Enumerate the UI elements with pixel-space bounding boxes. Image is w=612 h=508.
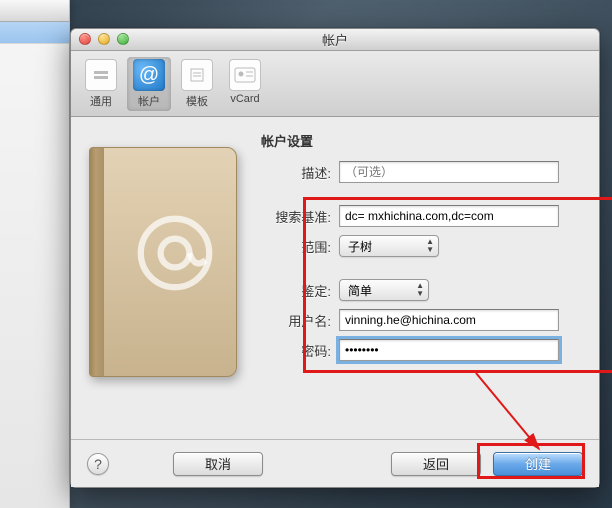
- address-book-graphic: [89, 147, 237, 377]
- search-base-label: 搜索基准:: [261, 207, 339, 226]
- auth-label: 鉴定:: [261, 281, 339, 300]
- toolbar-label: 帐户: [138, 93, 160, 109]
- chevron-updown-icon: ▲▼: [416, 282, 424, 298]
- password-label: 密码:: [261, 341, 339, 360]
- minimize-button[interactable]: [98, 33, 110, 45]
- auth-value: 简单: [348, 282, 372, 299]
- password-input[interactable]: [339, 339, 559, 361]
- scope-select[interactable]: 子树 ▲▼: [339, 235, 439, 257]
- background-window: [0, 0, 70, 508]
- toolbar-accounts[interactable]: @ 帐户: [127, 57, 171, 111]
- content-area: 帐户设置 描述: 搜索基准: 范围: 子树 ▲▼: [71, 117, 599, 439]
- at-symbol-graphic: [130, 208, 220, 298]
- search-base-input[interactable]: [339, 205, 559, 227]
- username-input[interactable]: [339, 309, 559, 331]
- help-button[interactable]: ?: [87, 453, 109, 475]
- account-form: 描述: 搜索基准: 范围: 子树 ▲▼ 鉴定:: [261, 157, 581, 365]
- window-title: 帐户: [322, 30, 348, 49]
- toolbar-general[interactable]: 通用: [79, 57, 123, 111]
- scope-value: 子树: [348, 238, 372, 255]
- username-label: 用户名:: [261, 311, 339, 330]
- zoom-button[interactable]: [117, 33, 129, 45]
- general-icon: [85, 59, 117, 91]
- scope-label: 范围:: [261, 237, 339, 256]
- titlebar: 帐户: [71, 29, 599, 51]
- back-button[interactable]: 返回: [391, 452, 481, 476]
- description-label: 描述:: [261, 163, 339, 182]
- vcard-icon: [229, 59, 261, 91]
- chevron-updown-icon: ▲▼: [426, 238, 434, 254]
- toolbar-label: 模板: [186, 93, 208, 109]
- toolbar-label: vCard: [230, 93, 259, 105]
- toolbar: 通用 @ 帐户 模板 vCard: [71, 51, 599, 117]
- toolbar-vcard[interactable]: vCard: [223, 57, 267, 107]
- create-button[interactable]: 创建: [493, 452, 583, 476]
- auth-select[interactable]: 简单 ▲▼: [339, 279, 429, 301]
- close-button[interactable]: [79, 33, 91, 45]
- section-title: 帐户设置: [261, 131, 313, 150]
- footer: ? 取消 返回 创建: [71, 439, 599, 487]
- cancel-button[interactable]: 取消: [173, 452, 263, 476]
- at-icon: @: [133, 59, 165, 91]
- preferences-window: 帐户 通用 @ 帐户 模板 vCard: [70, 28, 600, 488]
- toolbar-label: 通用: [90, 93, 112, 109]
- template-icon: [181, 59, 213, 91]
- toolbar-template[interactable]: 模板: [175, 57, 219, 111]
- description-input[interactable]: [339, 161, 559, 183]
